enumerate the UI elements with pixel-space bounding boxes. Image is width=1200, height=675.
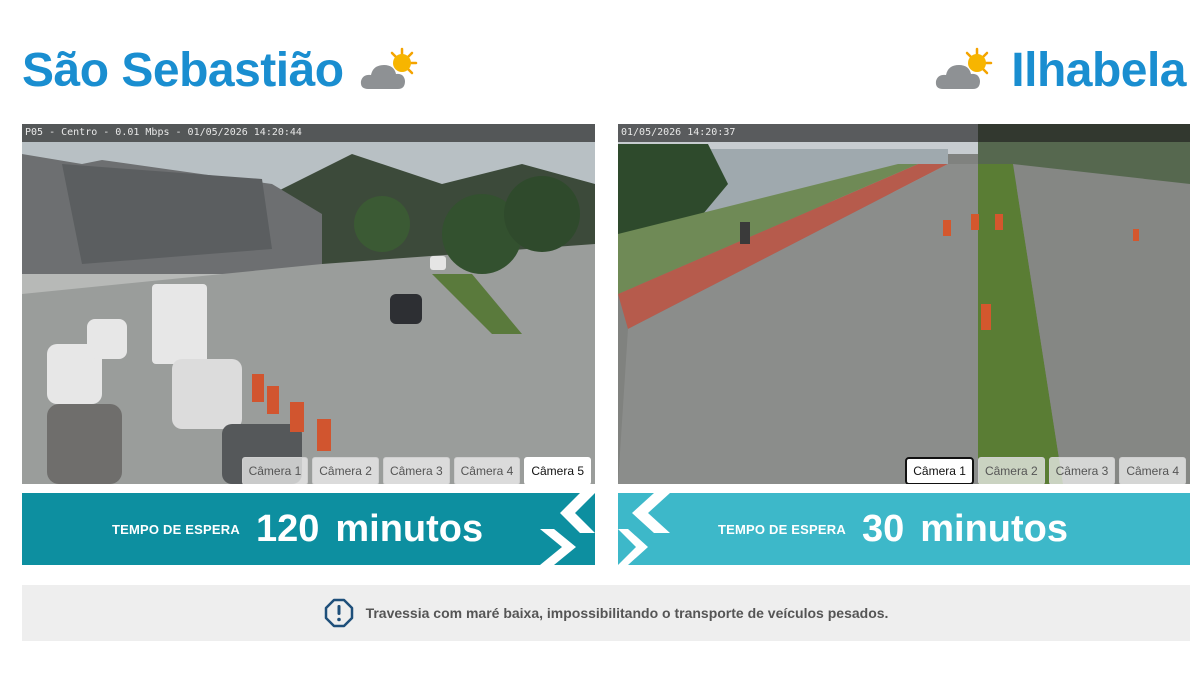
wait-time-banner-ilhabela: TEMPO DE ESPERA 30 minutos bbox=[618, 493, 1190, 565]
city-name: São Sebastião bbox=[22, 43, 344, 97]
wait-time-label: TEMPO DE ESPERA bbox=[718, 521, 846, 537]
partly-cloudy-icon bbox=[360, 47, 417, 89]
camera-1-button[interactable]: Câmera 1 bbox=[905, 457, 974, 484]
camera-2-button[interactable]: Câmera 2 bbox=[977, 457, 1045, 484]
camera-osd: P05 - Centro - 0.01 Mbps - 01/05/2026 14… bbox=[22, 124, 595, 142]
chevron-decoration-icon bbox=[540, 493, 595, 565]
partly-cloudy-icon bbox=[936, 47, 993, 89]
wait-time-label: TEMPO DE ESPERA bbox=[112, 521, 240, 537]
city-title-sao-sebastiao: São Sebastião bbox=[22, 42, 422, 98]
camera-selector: Câmera 1 Câmera 2 Câmera 3 Câmera 4 Câme… bbox=[241, 457, 591, 484]
wait-time-unit: minutos bbox=[920, 507, 1069, 550]
camera-1-button[interactable]: Câmera 1 bbox=[241, 457, 309, 484]
camera-5-button[interactable]: Câmera 5 bbox=[524, 457, 591, 484]
camera-selector: Câmera 1 Câmera 2 Câmera 3 Câmera 4 bbox=[905, 457, 1186, 484]
wait-time-value: 30 bbox=[861, 507, 905, 550]
camera-osd: 01/05/2026 14:20:37 bbox=[618, 124, 1190, 142]
camera-feed-ilhabela: 01/05/2026 14:20:37 Câmera 1 Câmera 2 Câ… bbox=[618, 124, 1190, 484]
alert-icon bbox=[324, 598, 353, 628]
camera-feed-sao-sebastiao: P05 - Centro - 0.01 Mbps - 01/05/2026 14… bbox=[22, 124, 595, 484]
chevron-decoration-icon bbox=[618, 493, 670, 565]
city-title-ilhabela: Ilhabela bbox=[933, 42, 1186, 98]
camera-3-button[interactable]: Câmera 3 bbox=[382, 457, 450, 484]
camera-2-button[interactable]: Câmera 2 bbox=[312, 457, 379, 484]
wait-time-value: 120 bbox=[255, 507, 320, 550]
wait-time-unit: minutos bbox=[335, 507, 484, 550]
camera-image bbox=[618, 124, 1190, 484]
camera-4-button[interactable]: Câmera 4 bbox=[1119, 457, 1186, 484]
wait-time-banner-sao-sebastiao: TEMPO DE ESPERA 120 minutos bbox=[22, 493, 595, 565]
camera-4-button[interactable]: Câmera 4 bbox=[453, 457, 521, 484]
notice-text: Travessia com maré baixa, impossibilitan… bbox=[365, 605, 889, 621]
notice-bar: Travessia com maré baixa, impossibilitan… bbox=[22, 585, 1190, 641]
camera-3-button[interactable]: Câmera 3 bbox=[1048, 457, 1116, 484]
camera-image bbox=[22, 124, 595, 484]
city-name: Ilhabela bbox=[1011, 43, 1186, 97]
